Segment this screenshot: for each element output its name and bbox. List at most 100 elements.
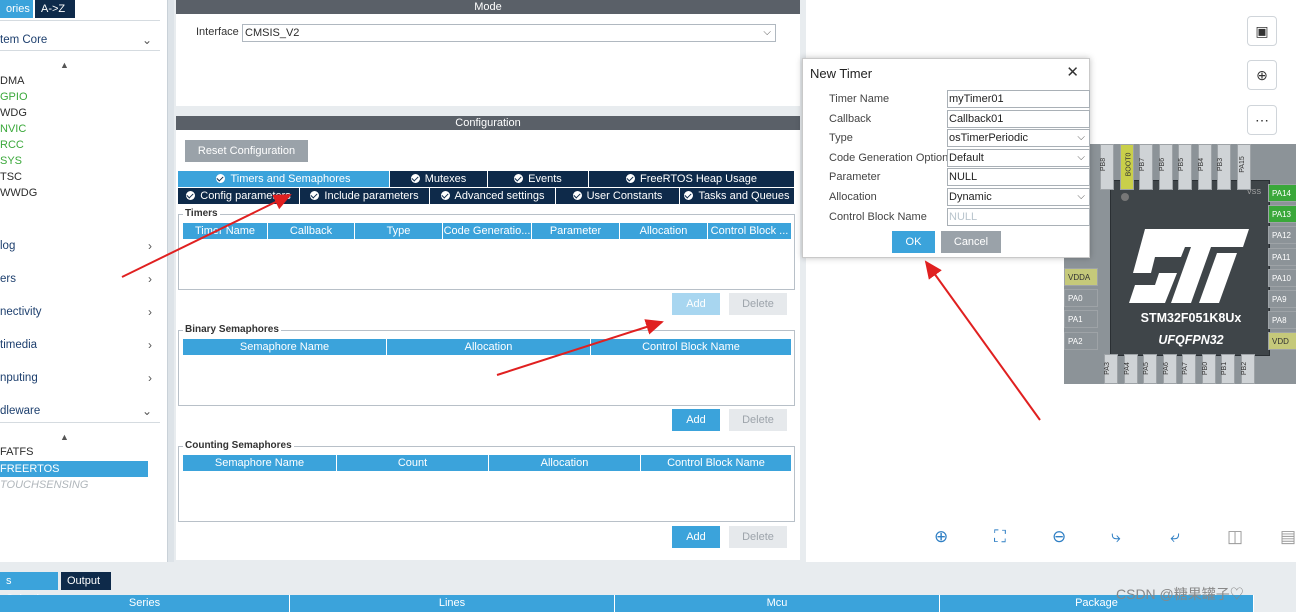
tab-timers-semaphores[interactable]: Timers and Semaphores bbox=[178, 171, 390, 187]
pin[interactable]: PA11 bbox=[1268, 247, 1296, 266]
category-analog[interactable]: log › bbox=[0, 236, 160, 256]
counting-delete-button[interactable]: Delete bbox=[729, 526, 787, 548]
list-item[interactable]: WDG bbox=[0, 105, 27, 121]
rotate-left-icon[interactable]: ⤶ bbox=[1170, 527, 1180, 547]
more-icon[interactable]: ⋯ bbox=[1247, 105, 1277, 135]
list-item[interactable]: GPIO bbox=[0, 89, 28, 105]
list-item[interactable]: TOUCHSENSING bbox=[0, 477, 88, 493]
binary-add-button[interactable]: Add bbox=[672, 409, 720, 431]
ok-button[interactable]: OK bbox=[892, 231, 935, 253]
column-header[interactable]: Control Block ... bbox=[708, 223, 792, 239]
zoom-in-icon[interactable]: ⊕ bbox=[934, 527, 948, 547]
column-header[interactable]: Allocation bbox=[620, 223, 708, 239]
field-input[interactable]: NULL bbox=[947, 207, 1090, 226]
pin[interactable]: PB0 bbox=[1201, 354, 1216, 384]
pin[interactable]: PB7 bbox=[1139, 144, 1153, 190]
sort-icon[interactable]: ▲ bbox=[60, 60, 69, 70]
tab-events[interactable]: Events bbox=[488, 171, 589, 187]
pin[interactable]: PA9 bbox=[1268, 290, 1296, 308]
pin[interactable]: PA7 bbox=[1182, 354, 1196, 384]
tab-mcus-selection[interactable]: s Selection bbox=[0, 572, 58, 605]
list-item-selected[interactable]: FREERTOS bbox=[0, 461, 148, 477]
tab-tasks-queues[interactable]: Tasks and Queues bbox=[680, 188, 795, 204]
column-header[interactable]: Series bbox=[0, 595, 290, 612]
column-header[interactable]: Mcu bbox=[615, 595, 940, 612]
pin[interactable]: PB3 bbox=[1217, 144, 1231, 190]
list-item[interactable]: RCC bbox=[0, 137, 24, 153]
close-icon[interactable]: ✕ bbox=[1066, 63, 1079, 81]
tab-mutexes[interactable]: Mutexes bbox=[390, 171, 488, 187]
tab-config-parameters[interactable]: Config parameters bbox=[178, 188, 300, 204]
column-header[interactable]: Count bbox=[337, 455, 489, 471]
rotate-right-icon[interactable]: ⤷ bbox=[1111, 527, 1121, 547]
list-item[interactable]: FATFS bbox=[0, 444, 33, 460]
category-multimedia[interactable]: timedia › bbox=[0, 335, 160, 355]
column-header[interactable]: Lines bbox=[290, 595, 615, 612]
pin[interactable]: PA8 bbox=[1268, 311, 1296, 330]
column-header[interactable]: Type bbox=[355, 223, 443, 239]
pin[interactable]: BOOT0 bbox=[1119, 144, 1134, 190]
sort-icon[interactable]: ▲ bbox=[60, 432, 69, 442]
fit-screen-icon[interactable]: ⛶ bbox=[994, 527, 1006, 547]
pin[interactable]: PA6 bbox=[1162, 354, 1177, 384]
field-input[interactable]: Callback01 bbox=[947, 109, 1090, 128]
list-item[interactable]: TSC bbox=[0, 169, 22, 185]
pin[interactable]: PA4 bbox=[1123, 354, 1138, 384]
counting-add-button[interactable]: Add bbox=[672, 526, 720, 548]
pin[interactable]: PA14 bbox=[1268, 184, 1296, 202]
field-input[interactable]: NULL bbox=[947, 168, 1090, 187]
timers-delete-button[interactable]: Delete bbox=[729, 293, 787, 315]
pin[interactable]: PB2 bbox=[1240, 354, 1255, 384]
reset-configuration-button[interactable]: Reset Configuration bbox=[185, 140, 308, 162]
column-header[interactable]: Control Block Name bbox=[591, 339, 792, 355]
timers-add-button[interactable]: Add bbox=[672, 293, 720, 315]
flip-icon[interactable]: ◫ bbox=[1227, 527, 1243, 547]
column-header[interactable]: Parameter bbox=[532, 223, 620, 239]
column-header[interactable]: Callback bbox=[268, 223, 355, 239]
field-select[interactable]: Dynamic ⌵ bbox=[947, 188, 1090, 206]
pin[interactable]: PB4 bbox=[1197, 144, 1212, 190]
pin[interactable]: PB6 bbox=[1158, 144, 1173, 190]
category-computing[interactable]: nputing › bbox=[0, 368, 160, 388]
category-connectivity[interactable]: nectivity › bbox=[0, 302, 160, 322]
category-timers[interactable]: ers › bbox=[0, 269, 160, 289]
field-select[interactable]: Default ⌵ bbox=[947, 148, 1090, 167]
column-header[interactable]: Allocation bbox=[489, 455, 641, 471]
list-item[interactable]: WWDG bbox=[0, 185, 37, 201]
column-header[interactable]: Semaphore Name bbox=[183, 455, 337, 471]
zoom-in-icon[interactable]: ⊕ bbox=[1247, 60, 1277, 90]
pin[interactable]: PA12 bbox=[1268, 226, 1296, 245]
pin[interactable]: PB1 bbox=[1221, 354, 1235, 384]
zoom-out-icon[interactable]: ⊖ bbox=[1052, 527, 1066, 547]
pin[interactable]: PA10 bbox=[1268, 268, 1296, 287]
pin[interactable]: PA13 bbox=[1268, 205, 1296, 224]
tab-a-z[interactable]: A->Z bbox=[35, 0, 75, 18]
field-input[interactable]: myTimer01 bbox=[947, 90, 1090, 108]
field-select[interactable]: osTimerPeriodic ⌵ bbox=[947, 129, 1090, 148]
pin[interactable]: PA1 bbox=[1064, 310, 1098, 329]
tab-advanced-settings[interactable]: Advanced settings bbox=[430, 188, 556, 204]
pin[interactable]: PB5 bbox=[1178, 144, 1192, 190]
binary-delete-button[interactable]: Delete bbox=[729, 409, 787, 431]
pin[interactable]: PA15 bbox=[1236, 144, 1251, 190]
pin[interactable]: PA0 bbox=[1064, 289, 1098, 308]
list-item[interactable]: SYS bbox=[0, 153, 22, 169]
pin[interactable]: PA2 bbox=[1064, 331, 1098, 350]
tab-user-constants[interactable]: User Constants bbox=[556, 188, 680, 204]
column-header[interactable]: Semaphore Name bbox=[183, 339, 387, 355]
pin[interactable]: VDDA bbox=[1064, 268, 1098, 286]
tab-freertos-heap-usage[interactable]: FreeRTOS Heap Usage bbox=[589, 171, 795, 187]
list-item[interactable]: NVIC bbox=[0, 121, 26, 137]
column-header[interactable]: Control Block Name bbox=[641, 455, 792, 471]
tab-output[interactable]: Output bbox=[61, 572, 111, 590]
cancel-button[interactable]: Cancel bbox=[941, 231, 1001, 253]
tab-include-parameters[interactable]: Include parameters bbox=[300, 188, 430, 204]
tab-categories[interactable]: ories bbox=[0, 0, 33, 18]
column-header[interactable]: Allocation bbox=[387, 339, 591, 355]
pin[interactable]: PA5 bbox=[1143, 354, 1157, 384]
column-header[interactable]: Timer Name bbox=[183, 223, 268, 239]
export-image-icon[interactable]: ▣ bbox=[1247, 16, 1277, 46]
interface-select[interactable]: CMSIS_V2 ⌵ bbox=[242, 24, 776, 42]
pin[interactable]: PA3 bbox=[1104, 354, 1118, 384]
pin[interactable]: VDD bbox=[1268, 332, 1296, 351]
